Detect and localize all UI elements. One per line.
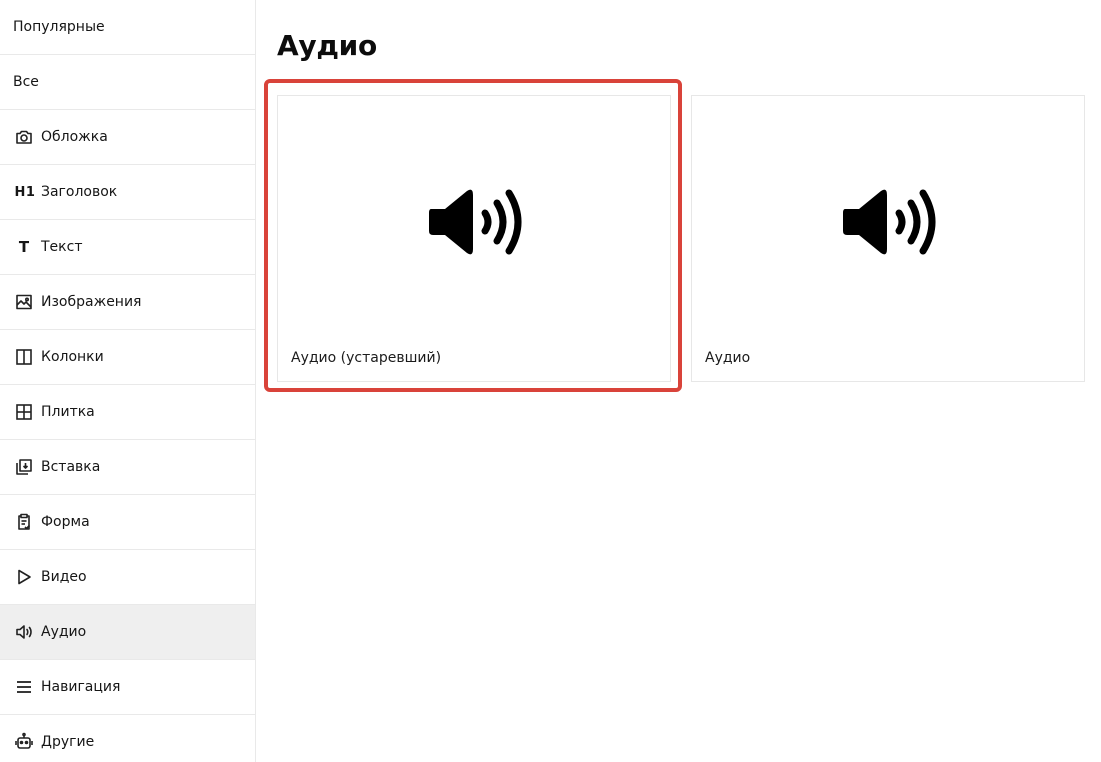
speaker-icon: [841, 187, 937, 257]
sidebar-item-cover[interactable]: Обложка: [0, 110, 255, 165]
sidebar-item-label: Популярные: [13, 19, 105, 35]
robot-icon: [14, 732, 34, 752]
grid-icon: [14, 402, 34, 422]
sidebar-item-label: Аудио: [41, 624, 87, 640]
sidebar-item-label: Плитка: [41, 404, 95, 420]
card-label: Аудио (устаревший): [291, 350, 442, 366]
sidebar-item-images[interactable]: Изображения: [0, 275, 255, 330]
category-sidebar: Популярные Все Обложка H1 Заголовок T Те…: [0, 0, 256, 762]
sidebar-item-label: Форма: [41, 514, 90, 530]
sidebar-item-label: Заголовок: [41, 184, 118, 200]
sidebar-item-label: Текст: [41, 239, 83, 255]
embed-icon: [14, 457, 34, 477]
sidebar-item-label: Колонки: [41, 349, 104, 365]
speaker-icon: [14, 622, 34, 642]
sidebar-item-label: Изображения: [41, 294, 142, 310]
page-title: Аудио: [277, 29, 377, 62]
sidebar-item-audio[interactable]: Аудио: [0, 605, 255, 660]
text-icon: T: [18, 238, 30, 256]
image-icon: [14, 292, 34, 312]
sidebar-item-popular[interactable]: Популярные: [0, 0, 255, 55]
speaker-icon: [427, 187, 523, 257]
card-label: Аудио: [705, 350, 751, 366]
sidebar-item-label: Все: [13, 74, 39, 90]
sidebar-item-label: Навигация: [41, 679, 121, 695]
sidebar-item-video[interactable]: Видео: [0, 550, 255, 605]
sidebar-item-form[interactable]: Форма: [0, 495, 255, 550]
block-card-audio-legacy[interactable]: Аудио (устаревший): [277, 95, 671, 382]
sidebar-item-heading[interactable]: H1 Заголовок: [0, 165, 255, 220]
columns-icon: [14, 347, 34, 367]
sidebar-item-label: Другие: [41, 734, 95, 750]
sidebar-item-navigation[interactable]: Навигация: [0, 660, 255, 715]
sidebar-item-columns[interactable]: Колонки: [0, 330, 255, 385]
camera-icon: [14, 127, 34, 147]
clipboard-icon: [14, 512, 34, 532]
sidebar-item-other[interactable]: Другие: [0, 715, 255, 762]
sidebar-item-embed[interactable]: Вставка: [0, 440, 255, 495]
block-gallery: Аудио Аудио (устаревший) Аудио: [257, 0, 1101, 762]
menu-icon: [14, 677, 34, 697]
play-icon: [14, 567, 34, 587]
sidebar-item-text[interactable]: T Текст: [0, 220, 255, 275]
sidebar-item-tiles[interactable]: Плитка: [0, 385, 255, 440]
sidebar-item-label: Обложка: [41, 129, 108, 145]
block-card-audio[interactable]: Аудио: [691, 95, 1085, 382]
sidebar-item-label: Вставка: [41, 459, 101, 475]
sidebar-item-label: Видео: [41, 569, 87, 585]
sidebar-item-all[interactable]: Все: [0, 55, 255, 110]
block-picker: Популярные Все Обложка H1 Заголовок T Те…: [0, 0, 1101, 762]
heading-icon: H1: [14, 184, 36, 200]
